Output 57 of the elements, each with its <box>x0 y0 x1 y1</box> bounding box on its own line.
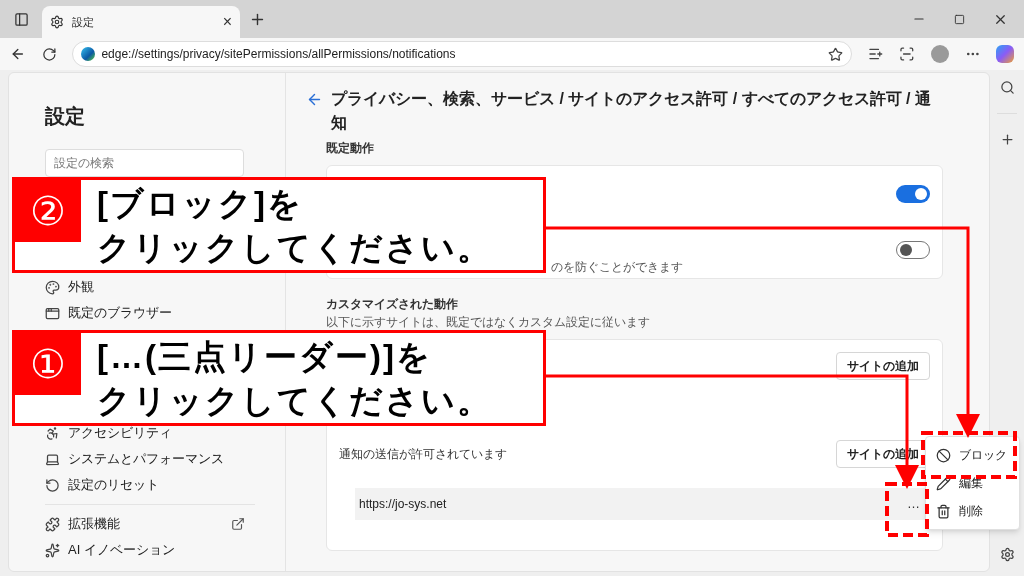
screenshot-icon[interactable] <box>899 46 916 62</box>
close-tab-button[interactable]: × <box>222 10 232 34</box>
more-button[interactable]: … <box>903 494 924 514</box>
sidebar-item[interactable]: 既定のブラウザー <box>68 303 172 323</box>
nav-icon <box>45 425 60 441</box>
url-text: edge://settings/privacy/sitePermissions/allPermissions/notifications <box>101 46 456 63</box>
nav-icon <box>45 477 60 493</box>
sidebar-item[interactable]: 拡張機能 <box>68 514 120 534</box>
search-field[interactable]: 設定の検索 <box>45 149 244 177</box>
sidebar-item[interactable]: 外観 <box>68 277 94 297</box>
section-heading: 既定動作 <box>326 140 375 157</box>
delete-icon <box>936 503 951 519</box>
add-site-button[interactable]: サイトの追加 <box>836 352 930 380</box>
address-bar[interactable]: edge://settings/privacy/sitePermissions/allPermissions/notifications <box>72 41 852 67</box>
callout-text: […(三点リーダー)]を クリックしてください。 <box>97 337 492 421</box>
favorite-star-icon[interactable] <box>827 46 843 62</box>
section-title: 通知の送信が許可されています <box>339 446 507 463</box>
edit-icon <box>936 475 951 491</box>
toggle-switch[interactable] <box>896 241 930 259</box>
back-icon[interactable] <box>10 46 26 62</box>
page-title: プライバシー、検索、サービス / サイトのアクセス許可 / すべてのアクセス許可 / 通知 <box>331 89 932 133</box>
menu-item[interactable]: 編集 <box>926 469 1019 497</box>
assistant-logo-icon[interactable] <box>996 45 1014 63</box>
settings-icon[interactable] <box>999 547 1015 562</box>
refresh-icon[interactable] <box>41 46 57 62</box>
favorites-icon[interactable] <box>867 46 884 62</box>
add-icon[interactable] <box>999 132 1015 147</box>
nav-icon <box>45 279 60 295</box>
browser-logo-icon <box>81 47 96 61</box>
step-number: ① <box>15 333 81 395</box>
callout-text: [ブロック]を クリックしてください。 <box>97 184 492 268</box>
sidebar-item[interactable]: 設定のリセット <box>68 475 159 495</box>
section-description: 以下に示すサイトは、既定ではなくカスタム設定に従います <box>326 315 651 329</box>
nav-icon <box>45 516 60 532</box>
step-number: ② <box>15 180 81 242</box>
sidebar-title: 設定 <box>45 104 86 129</box>
sidebar-item[interactable]: AI イノベーション <box>68 540 175 560</box>
site-url: https://jo-sys.net <box>359 496 447 513</box>
sidebar-item[interactable]: アクセシビリティ <box>68 423 172 443</box>
nav-icon <box>45 451 60 467</box>
tab-title: 設定 <box>72 14 94 30</box>
toggle-switch[interactable] <box>896 185 930 203</box>
nav-icon <box>45 542 60 558</box>
tab-actions-icon[interactable] <box>13 11 29 27</box>
block-icon <box>936 447 951 463</box>
external-link-icon <box>231 517 245 531</box>
maximize-icon[interactable] <box>954 13 965 25</box>
settings-icon <box>50 15 64 29</box>
menu-item[interactable]: 削除 <box>926 497 1019 525</box>
profile-avatar[interactable] <box>931 45 949 63</box>
section-heading: カスタマイズされた動作 <box>326 296 459 313</box>
browser-tab[interactable]: 設定 × <box>42 6 240 38</box>
highlight-frame <box>885 482 929 537</box>
search-icon[interactable] <box>999 80 1015 95</box>
nav-icon <box>45 305 60 321</box>
sidebar-item[interactable]: システムとパフォーマンス <box>68 449 224 469</box>
setting-description: のを防ぐことができます <box>551 259 683 276</box>
